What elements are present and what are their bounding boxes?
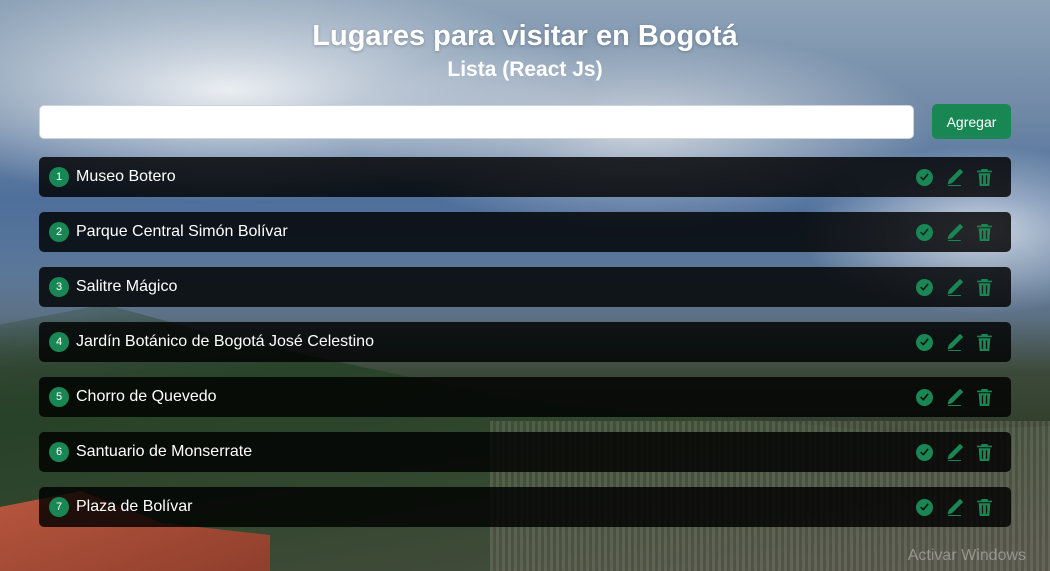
place-input[interactable]	[39, 104, 914, 139]
add-button[interactable]: Agregar	[932, 104, 1011, 139]
trash-icon[interactable]	[976, 498, 993, 516]
item-actions	[916, 443, 993, 461]
item-name: Plaza de Bolívar	[76, 498, 193, 515]
item-number-badge: 1	[49, 167, 69, 187]
check-circle-icon[interactable]	[916, 388, 933, 406]
places-list: 1 Museo Botero 2 Parque Central Simón Bo…	[39, 157, 1011, 527]
item-actions	[916, 498, 993, 516]
item-name: Jardín Botánico de Bogotá José Celestino	[76, 333, 374, 350]
item-actions	[916, 168, 993, 186]
item-name: Museo Botero	[76, 168, 176, 185]
add-place-form: Agregar	[39, 104, 1011, 139]
pencil-icon[interactable]	[946, 278, 963, 296]
page-title: Lugares para visitar en Bogotá	[312, 20, 738, 52]
item-name: Santuario de Monserrate	[76, 443, 253, 460]
page-subtitle: Lista (React Js)	[447, 58, 603, 81]
item-number-badge: 3	[49, 277, 69, 297]
list-item: 3 Salitre Mágico	[39, 267, 1011, 307]
item-number-badge: 7	[49, 497, 69, 517]
pencil-icon[interactable]	[946, 168, 963, 186]
pencil-icon[interactable]	[946, 443, 963, 461]
item-actions	[916, 223, 993, 241]
check-circle-icon[interactable]	[916, 278, 933, 296]
item-name: Parque Central Simón Bolívar	[76, 223, 288, 240]
trash-icon[interactable]	[976, 168, 993, 186]
check-circle-icon[interactable]	[916, 443, 933, 461]
item-name: Chorro de Quevedo	[76, 388, 217, 405]
trash-icon[interactable]	[976, 223, 993, 241]
item-number-badge: 2	[49, 222, 69, 242]
check-circle-icon[interactable]	[916, 498, 933, 516]
list-item: 6 Santuario de Monserrate	[39, 432, 1011, 472]
list-item: 2 Parque Central Simón Bolívar	[39, 212, 1011, 252]
item-actions	[916, 333, 993, 351]
check-circle-icon[interactable]	[916, 223, 933, 241]
pencil-icon[interactable]	[946, 223, 963, 241]
item-number-badge: 4	[49, 332, 69, 352]
list-item: 1 Museo Botero	[39, 157, 1011, 197]
item-number-badge: 6	[49, 442, 69, 462]
item-actions	[916, 388, 993, 406]
check-circle-icon[interactable]	[916, 168, 933, 186]
main-container: Lugares para visitar en Bogotá Lista (Re…	[39, 0, 1011, 527]
trash-icon[interactable]	[976, 443, 993, 461]
trash-icon[interactable]	[976, 278, 993, 296]
list-item: 4 Jardín Botánico de Bogotá José Celesti…	[39, 322, 1011, 362]
pencil-icon[interactable]	[946, 333, 963, 351]
check-circle-icon[interactable]	[916, 333, 933, 351]
trash-icon[interactable]	[976, 388, 993, 406]
list-item: 5 Chorro de Quevedo	[39, 377, 1011, 417]
pencil-icon[interactable]	[946, 498, 963, 516]
list-item: 7 Plaza de Bolívar	[39, 487, 1011, 527]
trash-icon[interactable]	[976, 333, 993, 351]
item-name: Salitre Mágico	[76, 278, 178, 295]
item-number-badge: 5	[49, 387, 69, 407]
os-activation-watermark: Activar Windows	[907, 547, 1026, 564]
item-actions	[916, 278, 993, 296]
pencil-icon[interactable]	[946, 388, 963, 406]
